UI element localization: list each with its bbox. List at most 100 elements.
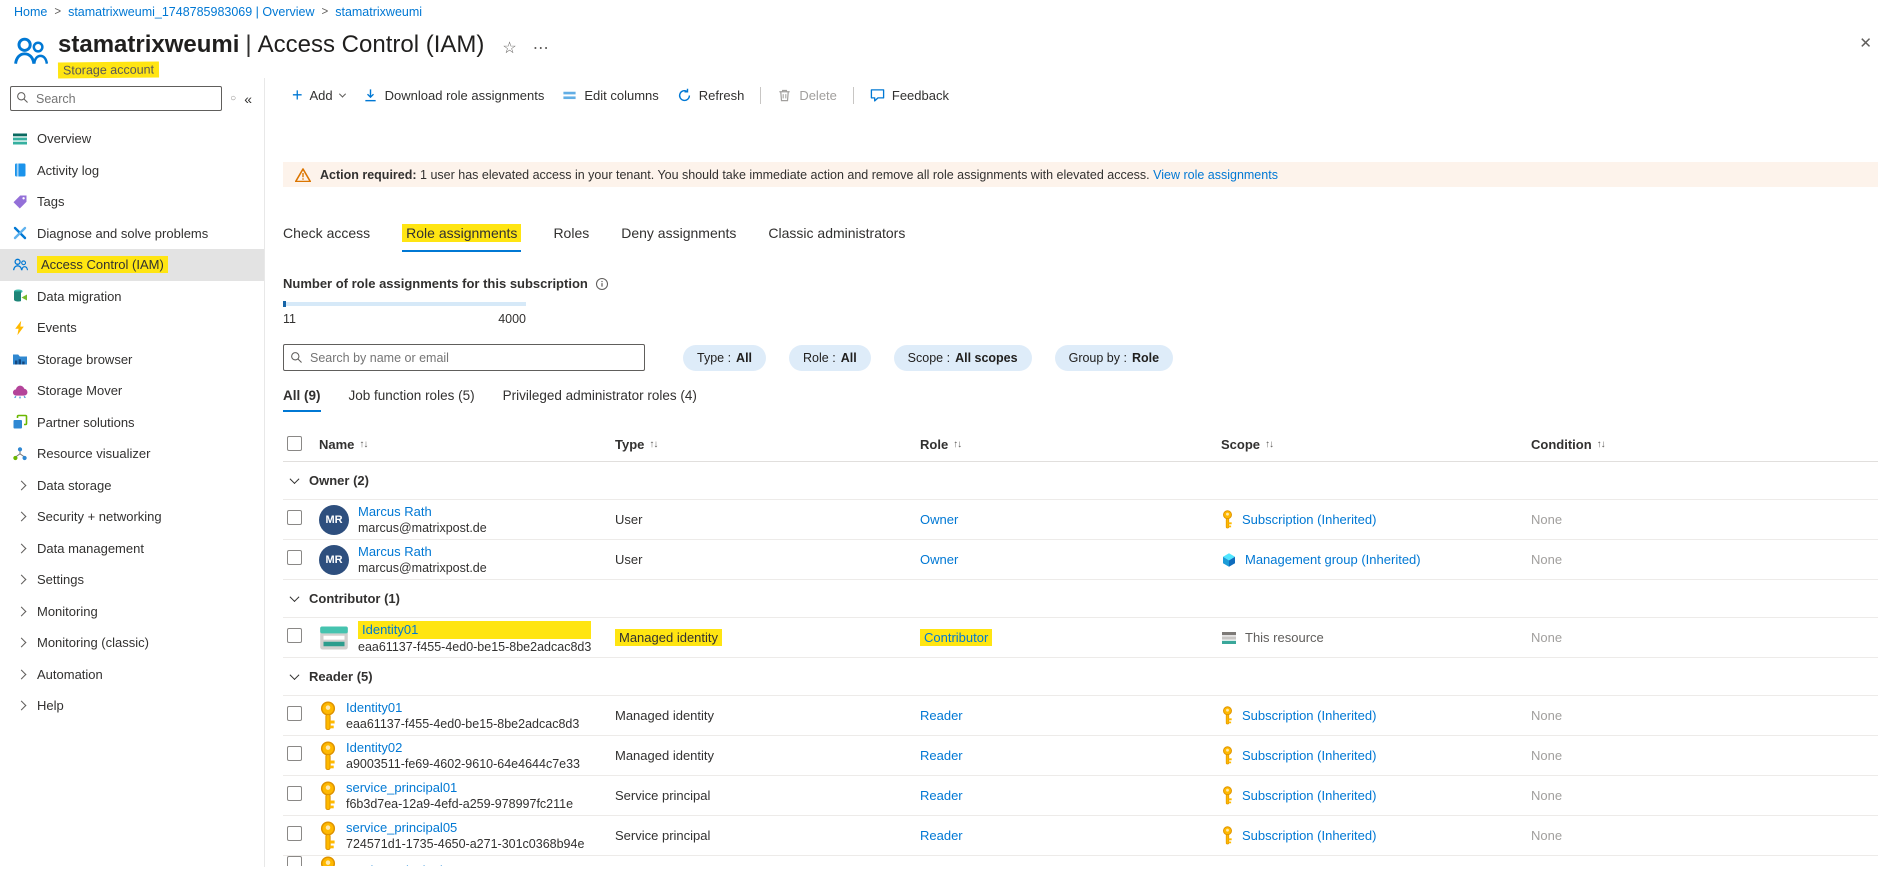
principal-name-link[interactable]: service_principal05 xyxy=(346,820,584,836)
sidebar-item-access-control[interactable]: Access Control (IAM) xyxy=(0,249,264,281)
sidebar-item-label: Security + networking xyxy=(37,509,162,524)
sidebar-item-data-migration[interactable]: Data migration xyxy=(0,281,264,313)
favorite-star-icon[interactable]: ☆ xyxy=(502,38,516,58)
role-link[interactable]: Contributor xyxy=(920,629,992,646)
table-row[interactable]: service_principal05 724571d1-1735-4650-a… xyxy=(283,816,1878,856)
scope-link[interactable]: Subscription (Inherited) xyxy=(1242,708,1376,723)
table-row[interactable]: MR Marcus Rath marcus@matrixpost.de User… xyxy=(283,540,1878,580)
group-header-reader[interactable]: Reader (5) xyxy=(283,658,1878,696)
tab-roles[interactable]: Roles xyxy=(553,225,589,252)
principal-name-link[interactable]: Identity02 xyxy=(346,740,580,756)
principal-type: User xyxy=(615,512,920,527)
sidebar-group-automation[interactable]: Automation xyxy=(0,659,264,691)
table-row[interactable]: service_principal01 f6b3d7ea-12a9-4efd-a… xyxy=(283,776,1878,816)
sidebar-item-resource-visualizer[interactable]: Resource visualizer xyxy=(0,438,264,470)
breadcrumb-current[interactable]: stamatrixweumi xyxy=(335,5,422,19)
row-checkbox[interactable] xyxy=(287,856,302,866)
filter-pill-scope[interactable]: Scope :All scopes xyxy=(894,345,1032,371)
table-row[interactable]: Identity01 eaa61137-f455-4ed0-be15-8be2a… xyxy=(283,696,1878,736)
role-link[interactable]: Owner xyxy=(920,552,958,567)
role-link[interactable]: Owner xyxy=(920,512,958,527)
sidebar-item-events[interactable]: Events xyxy=(0,312,264,344)
more-options-icon[interactable]: ⋯ xyxy=(533,38,549,58)
refresh-button[interactable]: Refresh xyxy=(668,80,754,110)
row-checkbox[interactable] xyxy=(287,746,302,761)
edit-columns-button[interactable]: Edit columns xyxy=(553,80,667,110)
tab-role-assignments[interactable]: Role assignments xyxy=(402,225,521,252)
sidebar-group-data-storage[interactable]: Data storage xyxy=(0,470,264,502)
tab-classic-administrators[interactable]: Classic administrators xyxy=(768,225,905,252)
filter-pill-group-by[interactable]: Group by :Role xyxy=(1055,345,1173,371)
sidebar-group-monitoring[interactable]: Monitoring xyxy=(0,596,264,628)
table-row[interactable]: Identity02 a9003511-fe69-4602-9610-64e46… xyxy=(283,736,1878,776)
principal-name-link[interactable]: Identity01 xyxy=(346,700,579,716)
role-link[interactable]: Reader xyxy=(920,748,963,763)
breadcrumb-overview[interactable]: stamatrixweumi_1748785983069 | Overview xyxy=(68,5,314,19)
table-row[interactable]: MR Marcus Rath marcus@matrixpost.de User… xyxy=(283,500,1878,540)
subtab-all[interactable]: All (9) xyxy=(283,388,321,412)
row-checkbox[interactable] xyxy=(287,706,302,721)
sidebar-group-settings[interactable]: Settings xyxy=(0,564,264,596)
sidebar-search-input[interactable] xyxy=(10,86,222,111)
scope-link[interactable]: Subscription (Inherited) xyxy=(1242,828,1376,843)
breadcrumb-home[interactable]: Home xyxy=(14,5,47,19)
close-blade-icon[interactable]: ✕ xyxy=(1859,34,1872,52)
table-row[interactable]: service_principal06 xyxy=(283,856,1878,866)
row-checkbox[interactable] xyxy=(287,826,302,841)
add-button[interactable]: + Add xyxy=(283,80,354,110)
scope-link[interactable]: Subscription (Inherited) xyxy=(1242,512,1376,527)
collapse-sidebar-icon[interactable]: « xyxy=(244,91,256,107)
sidebar-item-storage-mover[interactable]: Storage Mover xyxy=(0,375,264,407)
column-type[interactable]: Type xyxy=(615,437,644,452)
row-checkbox[interactable] xyxy=(287,550,302,565)
column-role[interactable]: Role xyxy=(920,437,948,452)
principal-name-link[interactable]: service_principal01 xyxy=(346,780,573,796)
principal-detail: eaa61137-f455-4ed0-be15-8be2adcac8d3 xyxy=(346,716,579,732)
principal-name-link[interactable]: Marcus Rath xyxy=(358,544,487,560)
sidebar-group-data-management[interactable]: Data management xyxy=(0,533,264,565)
principal-name-link[interactable]: service_principal06 xyxy=(346,863,457,866)
group-header-contributor[interactable]: Contributor (1) xyxy=(283,580,1878,618)
sidebar-item-diagnose[interactable]: Diagnose and solve problems xyxy=(0,218,264,250)
group-header-owner[interactable]: Owner (2) xyxy=(283,462,1878,500)
column-scope[interactable]: Scope xyxy=(1221,437,1260,452)
scope-link[interactable]: Subscription (Inherited) xyxy=(1242,748,1376,763)
principal-type: Managed identity xyxy=(615,708,920,723)
role-link[interactable]: Reader xyxy=(920,788,963,803)
tab-check-access[interactable]: Check access xyxy=(283,225,370,252)
role-link[interactable]: Reader xyxy=(920,828,963,843)
row-checkbox[interactable] xyxy=(287,510,302,525)
info-icon[interactable] xyxy=(595,277,609,291)
sidebar-group-monitoring-classic[interactable]: Monitoring (classic) xyxy=(0,627,264,659)
delete-button[interactable]: Delete xyxy=(768,80,846,110)
view-role-assignments-link[interactable]: View role assignments xyxy=(1153,168,1278,182)
filter-pill-type[interactable]: Type :All xyxy=(683,345,766,371)
sidebar-item-storage-browser[interactable]: Storage browser xyxy=(0,344,264,376)
sidebar-item-tags[interactable]: Tags xyxy=(0,186,264,218)
subtab-job-function-roles[interactable]: Job function roles (5) xyxy=(349,388,475,412)
scope-link[interactable]: Management group (Inherited) xyxy=(1245,552,1421,567)
avatar: MR xyxy=(319,505,349,535)
column-name[interactable]: Name xyxy=(319,437,354,452)
sidebar-group-security-networking[interactable]: Security + networking xyxy=(0,501,264,533)
feedback-button[interactable]: Feedback xyxy=(861,80,958,110)
scope-link[interactable]: Subscription (Inherited) xyxy=(1242,788,1376,803)
subtab-privileged-admin-roles[interactable]: Privileged administrator roles (4) xyxy=(503,388,697,412)
principal-name-link[interactable]: Identity01 xyxy=(358,621,591,639)
column-condition[interactable]: Condition xyxy=(1531,437,1592,452)
filter-pill-role[interactable]: Role :All xyxy=(789,345,871,371)
table-row[interactable]: Identity01 eaa61137-f455-4ed0-be15-8be2a… xyxy=(283,618,1878,658)
download-role-assignments-button[interactable]: Download role assignments xyxy=(354,80,554,110)
principal-name-link[interactable]: Marcus Rath xyxy=(358,504,487,520)
principal-type: Managed identity xyxy=(615,748,920,763)
role-link[interactable]: Reader xyxy=(920,708,963,723)
row-checkbox[interactable] xyxy=(287,628,302,643)
sidebar-item-partner-solutions[interactable]: Partner solutions xyxy=(0,407,264,439)
sidebar-group-help[interactable]: Help xyxy=(0,690,264,722)
sidebar-item-overview[interactable]: Overview xyxy=(0,123,264,155)
select-all-checkbox[interactable] xyxy=(287,436,302,451)
row-checkbox[interactable] xyxy=(287,786,302,801)
assignment-search-input[interactable] xyxy=(283,344,645,371)
tab-deny-assignments[interactable]: Deny assignments xyxy=(621,225,736,252)
sidebar-item-activity-log[interactable]: Activity log xyxy=(0,155,264,187)
